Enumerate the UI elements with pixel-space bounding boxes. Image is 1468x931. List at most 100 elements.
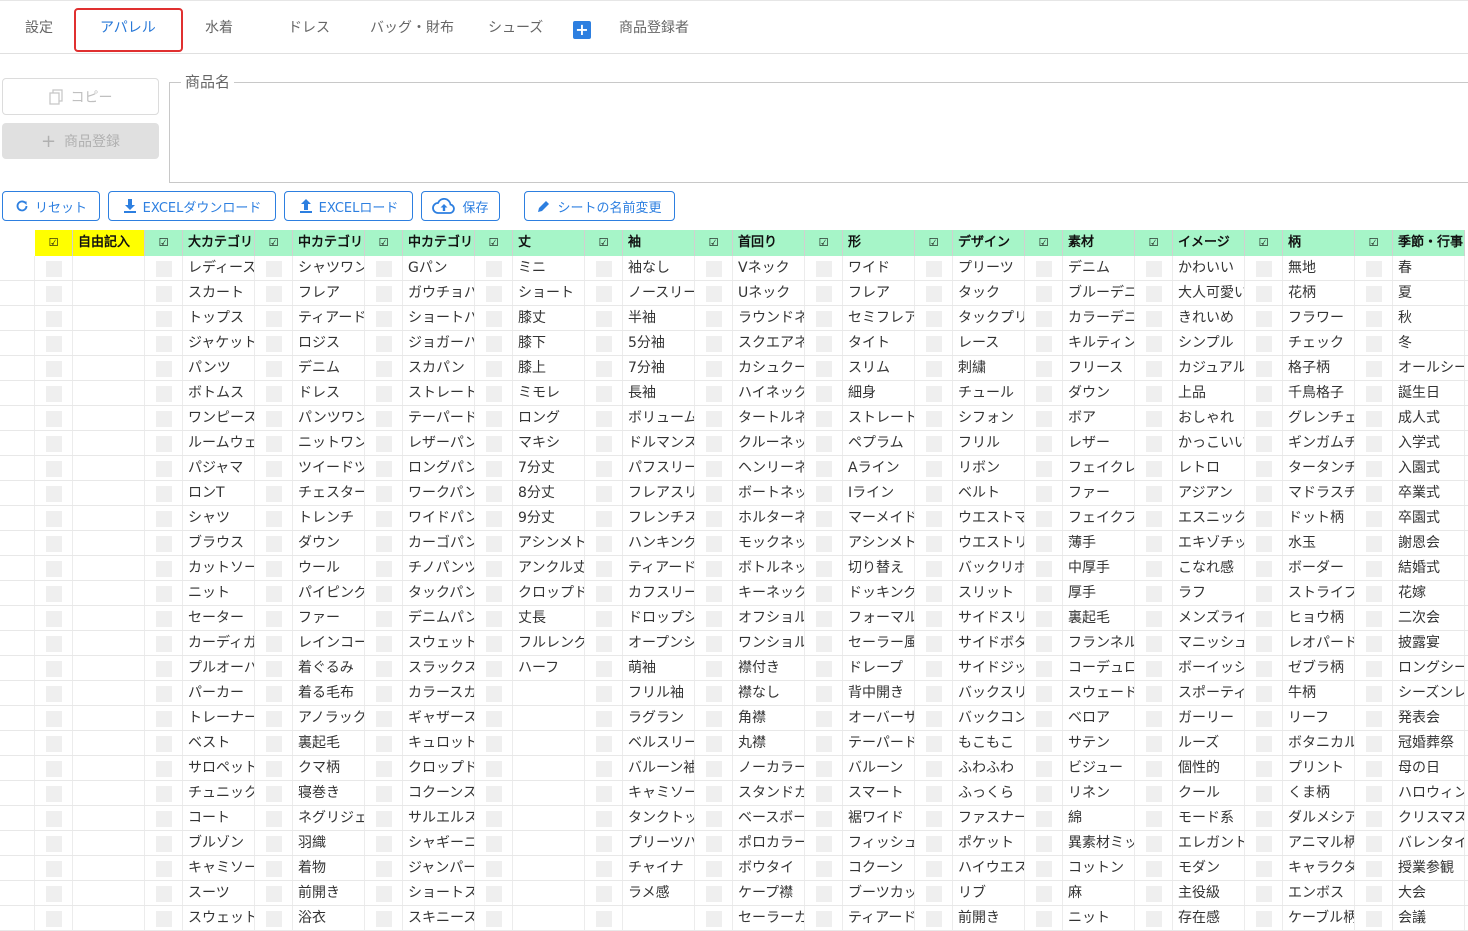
- table-cell[interactable]: 丸襟: [733, 731, 805, 755]
- row-checkbox-cell[interactable]: [35, 781, 73, 805]
- row-checkbox-cell[interactable]: [255, 581, 293, 605]
- row-checkbox-cell[interactable]: [805, 881, 843, 905]
- table-cell[interactable]: [73, 681, 145, 705]
- table-cell[interactable]: チュール: [953, 381, 1025, 405]
- table-cell[interactable]: 授業参観: [1393, 856, 1465, 880]
- row-checkbox[interactable]: [155, 286, 172, 302]
- row-checkbox[interactable]: [815, 886, 832, 902]
- table-cell[interactable]: スクエアネ: [733, 331, 805, 355]
- row-checkbox[interactable]: [705, 611, 722, 627]
- row-checkbox-cell[interactable]: [1355, 706, 1393, 730]
- row-checkbox[interactable]: [485, 436, 502, 452]
- table-cell[interactable]: 千鳥格子: [1283, 381, 1355, 405]
- row-checkbox-cell[interactable]: [35, 731, 73, 755]
- table-cell[interactable]: ジョガーパ: [403, 331, 475, 355]
- row-checkbox-cell[interactable]: [365, 406, 403, 430]
- row-checkbox[interactable]: [705, 736, 722, 752]
- table-cell[interactable]: カーゴパン: [403, 531, 475, 555]
- row-checkbox-cell[interactable]: [695, 731, 733, 755]
- table-cell[interactable]: [513, 756, 585, 780]
- row-checkbox-cell[interactable]: [695, 656, 733, 680]
- row-checkbox-cell[interactable]: [695, 331, 733, 355]
- table-cell[interactable]: セーター: [183, 606, 255, 630]
- row-checkbox-cell[interactable]: [1135, 556, 1173, 580]
- table-cell[interactable]: ワンショル: [733, 631, 805, 655]
- row-checkbox-cell[interactable]: [365, 606, 403, 630]
- table-cell[interactable]: ブーツカッ: [843, 881, 915, 905]
- row-checkbox[interactable]: [815, 761, 832, 777]
- row-checkbox[interactable]: [815, 786, 832, 802]
- row-checkbox-cell[interactable]: [695, 581, 733, 605]
- row-checkbox[interactable]: [45, 636, 62, 652]
- row-checkbox-cell[interactable]: [475, 331, 513, 355]
- table-cell[interactable]: ドルマンス: [623, 431, 695, 455]
- row-checkbox-cell[interactable]: [475, 506, 513, 530]
- row-checkbox-cell[interactable]: [255, 481, 293, 505]
- table-cell[interactable]: バックスリ: [953, 681, 1025, 705]
- row-checkbox[interactable]: [485, 586, 502, 602]
- row-checkbox-cell[interactable]: [255, 906, 293, 930]
- row-checkbox[interactable]: [375, 786, 392, 802]
- table-cell[interactable]: パフスリー: [623, 456, 695, 480]
- header-check-all[interactable]: ☑: [255, 230, 293, 256]
- table-cell[interactable]: ウエストマ: [953, 506, 1025, 530]
- row-checkbox[interactable]: [375, 536, 392, 552]
- row-checkbox-cell[interactable]: [1135, 356, 1173, 380]
- row-checkbox[interactable]: [705, 461, 722, 477]
- row-checkbox-cell[interactable]: [35, 506, 73, 530]
- row-checkbox-cell[interactable]: [585, 281, 623, 305]
- row-checkbox[interactable]: [1365, 386, 1382, 402]
- row-checkbox[interactable]: [815, 586, 832, 602]
- table-cell[interactable]: 前開き: [953, 906, 1025, 930]
- row-checkbox[interactable]: [1365, 886, 1382, 902]
- row-checkbox-cell[interactable]: [35, 631, 73, 655]
- row-checkbox-cell[interactable]: [1135, 456, 1173, 480]
- row-checkbox[interactable]: [815, 661, 832, 677]
- table-cell[interactable]: 半袖: [623, 306, 695, 330]
- row-checkbox[interactable]: [1255, 586, 1272, 602]
- row-checkbox[interactable]: [1255, 436, 1272, 452]
- row-checkbox-cell[interactable]: [585, 556, 623, 580]
- row-checkbox[interactable]: [265, 511, 282, 527]
- row-checkbox[interactable]: [595, 336, 612, 352]
- row-checkbox-cell[interactable]: [1025, 706, 1063, 730]
- row-checkbox-cell[interactable]: [475, 706, 513, 730]
- row-checkbox[interactable]: [1255, 311, 1272, 327]
- row-checkbox[interactable]: [705, 861, 722, 877]
- table-cell[interactable]: [73, 706, 145, 730]
- row-checkbox[interactable]: [925, 711, 942, 727]
- row-checkbox[interactable]: [1145, 461, 1162, 477]
- row-checkbox[interactable]: [1255, 886, 1272, 902]
- row-checkbox-cell[interactable]: [915, 831, 953, 855]
- row-checkbox[interactable]: [1365, 761, 1382, 777]
- row-checkbox[interactable]: [1145, 311, 1162, 327]
- row-checkbox-cell[interactable]: [585, 606, 623, 630]
- row-checkbox-cell[interactable]: [255, 681, 293, 705]
- row-checkbox-cell[interactable]: [1025, 381, 1063, 405]
- table-cell[interactable]: ケープ襟: [733, 881, 805, 905]
- row-checkbox-cell[interactable]: [1025, 481, 1063, 505]
- table-cell[interactable]: カシュクー: [733, 356, 805, 380]
- row-checkbox-cell[interactable]: [145, 431, 183, 455]
- tab-bags-wallets[interactable]: バッグ・財布: [370, 13, 454, 43]
- row-checkbox[interactable]: [595, 711, 612, 727]
- row-checkbox-cell[interactable]: [255, 831, 293, 855]
- row-checkbox[interactable]: [1255, 861, 1272, 877]
- table-cell[interactable]: クール: [1173, 781, 1245, 805]
- row-checkbox-cell[interactable]: [145, 331, 183, 355]
- row-checkbox[interactable]: [45, 661, 62, 677]
- row-checkbox[interactable]: [155, 386, 172, 402]
- row-checkbox-cell[interactable]: [1135, 706, 1173, 730]
- table-cell[interactable]: ペプラム: [843, 431, 915, 455]
- row-checkbox-cell[interactable]: [1245, 531, 1283, 555]
- row-checkbox-cell[interactable]: [585, 706, 623, 730]
- row-checkbox-cell[interactable]: [475, 831, 513, 855]
- table-cell[interactable]: おしゃれ: [1173, 406, 1245, 430]
- row-checkbox[interactable]: [705, 636, 722, 652]
- row-checkbox-cell[interactable]: [365, 906, 403, 930]
- row-checkbox-cell[interactable]: [585, 356, 623, 380]
- row-checkbox-cell[interactable]: [1245, 306, 1283, 330]
- row-checkbox-cell[interactable]: [475, 581, 513, 605]
- row-checkbox[interactable]: [45, 286, 62, 302]
- row-checkbox[interactable]: [1145, 811, 1162, 827]
